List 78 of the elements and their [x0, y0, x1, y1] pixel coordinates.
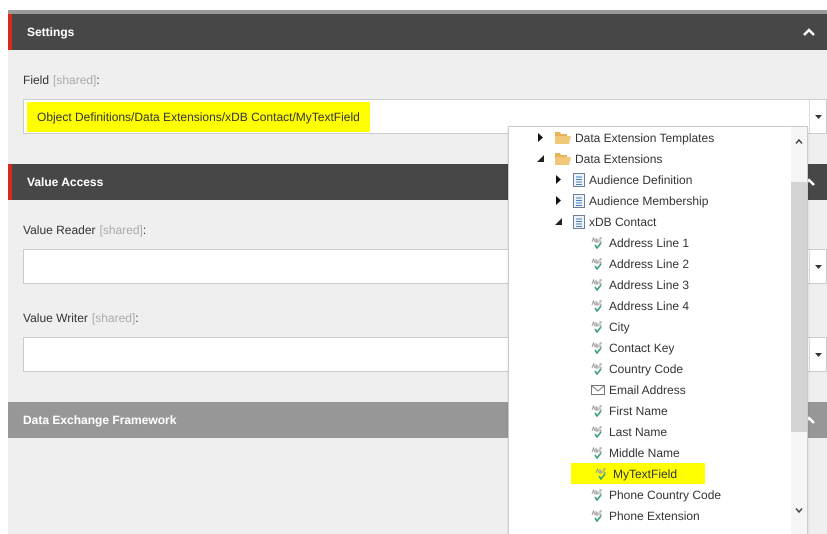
folder-icon [555, 131, 571, 144]
tree-item-label: Email Address [609, 382, 686, 398]
tree-item[interactable]: First Name [591, 400, 674, 421]
tree-item-label: MyTextField [613, 466, 678, 482]
tree-item-label: Address Line 4 [609, 298, 690, 314]
field-value: Object Definitions/Data Extensions/xDB Contact/MyTextField [27, 102, 370, 132]
caret-down-icon [814, 264, 822, 268]
label-colon: : [142, 222, 146, 239]
tree-item-label: xDB Contact [589, 214, 656, 230]
shared-tag: [shared] [53, 71, 96, 89]
text-field-icon [591, 342, 605, 354]
text-field-icon [591, 426, 605, 438]
caret-down-icon [814, 352, 822, 356]
text-field-icon [591, 404, 605, 416]
label-colon: : [135, 310, 139, 327]
text-field-icon [591, 236, 605, 248]
text-field-icon [595, 468, 609, 480]
chevron-up-icon[interactable] [803, 28, 815, 36]
section-title: Data Exchange Framework [23, 412, 176, 429]
tree-item[interactable]: Phone Extension [591, 505, 706, 526]
tree-item[interactable]: Contact Key [591, 337, 680, 358]
tree-item[interactable]: Address Line 1 [591, 232, 696, 253]
scrollbar[interactable] [791, 127, 807, 534]
tree-item-label: Country Code [609, 360, 684, 378]
tree-item-label: Contact Key [609, 340, 674, 356]
document-icon [573, 172, 585, 186]
text-field-icon [591, 488, 605, 500]
caret-down-icon [814, 114, 822, 118]
tree-item[interactable]: Address Line 4 [591, 295, 696, 316]
shared-tag: [shared] [100, 221, 143, 239]
scroll-up-icon[interactable] [795, 139, 803, 144]
expanded-arrow-icon[interactable] [537, 154, 544, 163]
tree-item-label: Middle Name [609, 444, 680, 462]
scrollbar-thumb[interactable] [791, 182, 807, 432]
collapsed-arrow-icon[interactable] [555, 196, 562, 205]
section-header[interactable]: Settings [8, 14, 827, 50]
text-field-icon [591, 300, 605, 312]
field-label: Field [23, 72, 50, 89]
tree-item-label: City [609, 318, 630, 336]
text-field-icon [591, 362, 605, 374]
tree-item[interactable]: Address Line 2 [591, 253, 696, 274]
tree-item[interactable]: Audience Definition [573, 169, 698, 190]
text-field-icon [591, 258, 605, 270]
tree-item-label: Audience Definition [589, 172, 692, 188]
collapsed-arrow-icon[interactable] [537, 133, 544, 142]
text-field-icon [591, 510, 605, 522]
shared-tag: [shared] [92, 309, 136, 327]
tree-item-label: Last Name [609, 424, 668, 440]
section-title: Settings [27, 24, 74, 41]
tree-item[interactable]: Country Code [591, 358, 690, 379]
tree-item-label: Phone Extension [609, 508, 700, 524]
tree-item[interactable]: Middle Name [591, 442, 686, 463]
text-field-icon [591, 278, 605, 290]
field-label: Value Reader [23, 222, 96, 239]
envelope-icon [591, 384, 605, 394]
tree-item-label: Address Line 2 [609, 256, 690, 272]
tree-item[interactable]: MyTextField [571, 463, 706, 484]
tree-item[interactable]: City [591, 316, 636, 337]
tree-item-label: Phone Country Code [609, 486, 722, 504]
document-icon [573, 194, 585, 208]
tree-item[interactable]: xDB Contact [573, 211, 662, 232]
text-field-icon [591, 446, 605, 458]
tree-item-label: Address Line 1 [609, 234, 690, 252]
section-title: Value Access [27, 174, 104, 191]
document-icon [573, 214, 585, 228]
tree-item-label: First Name [609, 402, 668, 420]
tree-item-label: Address Line 3 [609, 276, 690, 294]
label-colon: : [96, 72, 100, 89]
tree-item[interactable]: Phone Country Code [591, 484, 728, 505]
text-field-icon [591, 320, 605, 332]
select-field[interactable]: Object Definitions/Data Extensions/xDB Contact/MyTextField [23, 99, 827, 134]
collapsed-arrow-icon[interactable] [555, 175, 562, 184]
scroll-down-icon[interactable] [795, 508, 803, 513]
folder-icon [555, 152, 571, 165]
tree-item[interactable]: Address Line 3 [591, 274, 696, 295]
tree-item[interactable]: Email Address [591, 379, 692, 400]
field-label: Value Writer [23, 310, 88, 327]
expanded-arrow-icon[interactable] [555, 217, 562, 226]
